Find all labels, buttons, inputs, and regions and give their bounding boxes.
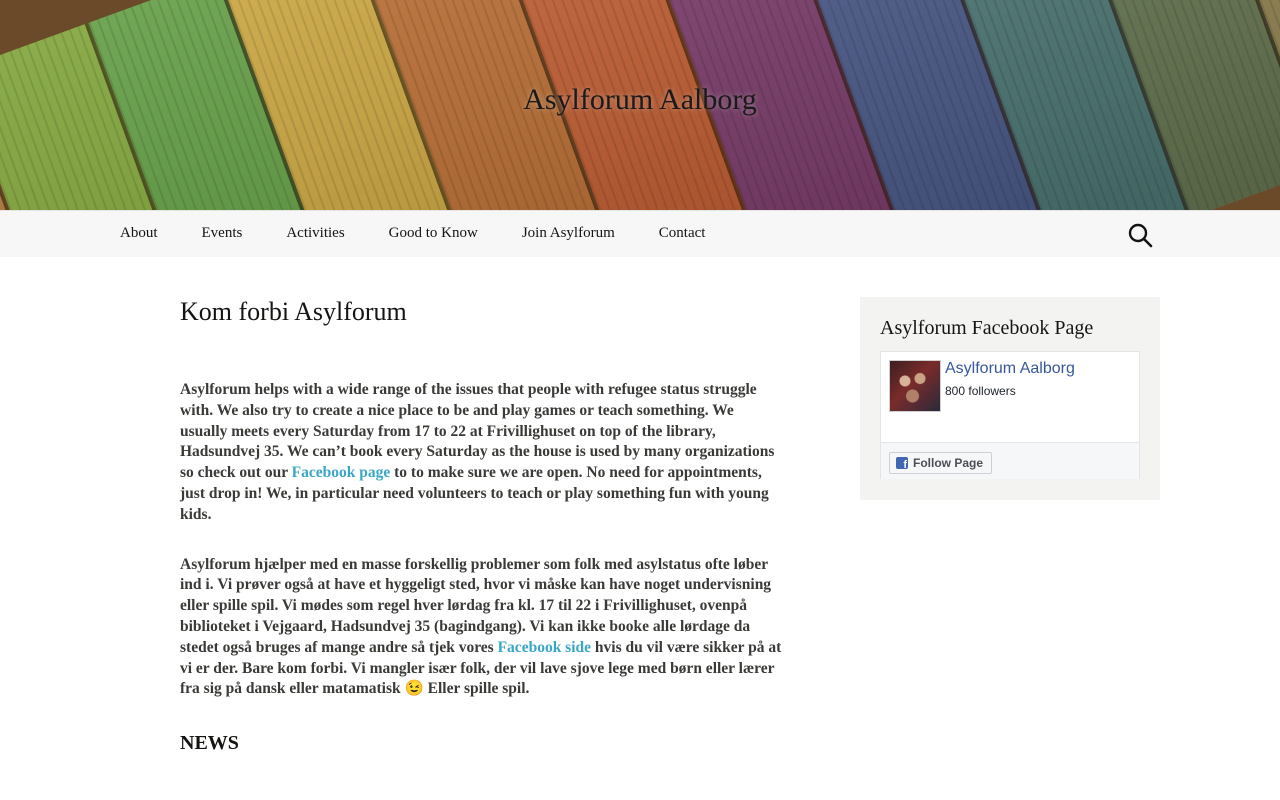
nav-item-join-asylforum[interactable]: Join Asylforum (500, 211, 637, 257)
site-title[interactable]: Asylforum Aalborg (0, 80, 1280, 120)
nav-item-events[interactable]: Events (180, 211, 265, 257)
search-button[interactable] (1126, 221, 1154, 249)
paragraph-danish: Asylforum hjælper med en masse forskelli… (180, 555, 785, 701)
navbar-background: About Events Activities Good to Know Joi… (0, 211, 1280, 257)
search-icon (1128, 223, 1153, 248)
facebook-side-link[interactable]: Facebook side (498, 639, 591, 656)
entry-content: Asylforum helps with a wide range of the… (180, 380, 785, 700)
news-heading: NEWS (180, 732, 239, 755)
facebook-followers-count: 800 followers (945, 384, 1016, 398)
widget-title: Asylforum Facebook Page (880, 317, 1094, 339)
facebook-page-thumbnail[interactable] (889, 360, 941, 412)
sidebar-widget: Asylforum Facebook Page Asylforum Aalbor… (860, 297, 1160, 500)
site-header: Asylforum Aalborg (0, 0, 1280, 210)
page-title: Kom forbi Asylforum (180, 297, 407, 326)
main-navigation: About Events Activities Good to Know Joi… (0, 210, 1280, 257)
nav-item-about[interactable]: About (98, 211, 180, 257)
paragraph-english: Asylforum helps with a wide range of the… (180, 380, 785, 526)
nav-menu: About Events Activities Good to Know Joi… (98, 211, 727, 257)
follow-page-button[interactable]: Follow Page (889, 452, 993, 474)
follow-page-label: Follow Page (913, 456, 984, 470)
facebook-page-plugin: Asylforum Aalborg 800 followers Follow P… (880, 351, 1140, 479)
facebook-icon (896, 457, 908, 471)
main-content: Kom forbi Asylforum Asylforum helps with… (180, 294, 785, 757)
nav-item-good-to-know[interactable]: Good to Know (367, 211, 500, 257)
nav-item-contact[interactable]: Contact (637, 211, 728, 257)
facebook-page-link[interactable]: Facebook page (292, 464, 391, 481)
facebook-page-name-link[interactable]: Asylforum Aalborg (945, 360, 1075, 378)
nav-item-activities[interactable]: Activities (264, 211, 366, 257)
facebook-plugin-footer: Follow Page (881, 442, 1139, 479)
